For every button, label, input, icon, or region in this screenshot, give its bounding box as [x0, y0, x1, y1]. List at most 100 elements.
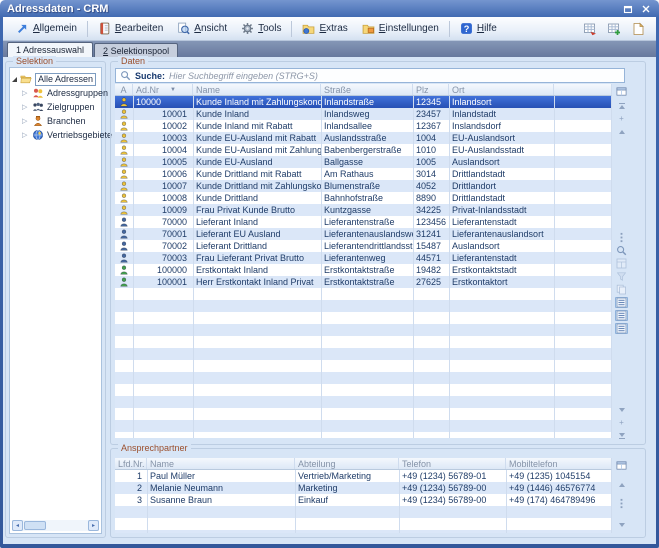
scroll-up-button[interactable] — [615, 126, 628, 137]
people-pair-icon — [32, 87, 44, 99]
tree-item-adressgruppen[interactable]: ▷Adressgruppen — [12, 86, 99, 100]
copy-button[interactable] — [615, 284, 628, 295]
move-up-button[interactable]: + — [615, 113, 628, 124]
address-row-10009[interactable]: 10009Frau Privat Kunde BruttoKuntzgasse3… — [115, 204, 611, 216]
contact-row-1[interactable]: 1Paul MüllerVertrieb/Marketing+49 (1234)… — [115, 470, 611, 482]
tab-2-selektionspool[interactable]: 2 Selektionspool — [94, 43, 178, 57]
lieferant-person-icon — [120, 217, 128, 227]
contact-row-2[interactable]: 2Melanie NeumannMarketing+49 (1234) 5678… — [115, 482, 611, 494]
title-bar: Adressdaten - CRM — [0, 0, 659, 17]
address-row-10004[interactable]: 10004Kunde EU-Ausland mit Zahlungskondti… — [115, 144, 611, 156]
expander-collapsed-icon[interactable]: ▷ — [22, 103, 29, 111]
col-header-label: Ad.Nr — [136, 85, 159, 95]
address-row-10000[interactable]: 10000Kunde Inland mit Zahlungskondition … — [115, 96, 611, 108]
menu-item-bearbeiten[interactable]: Bearbeiten — [91, 19, 170, 39]
address-row-10003[interactable]: 10003Kunde EU-Ausland mit RabattAuslands… — [115, 132, 611, 144]
address-row-70002[interactable]: 70002Lieferant DrittlandLieferantendritt… — [115, 240, 611, 252]
address-row-10006[interactable]: 10006Kunde Drittland mit RabattAm Rathau… — [115, 168, 611, 180]
table-import-green-button[interactable] — [605, 20, 622, 37]
cell: Inlandsallee — [321, 120, 413, 132]
arrow-ne-icon — [16, 22, 29, 35]
address-row-10001[interactable]: 10001Kunde InlandInlandsweg23457Inlandst… — [115, 108, 611, 120]
col-header-mobiltelefon[interactable]: Mobiltelefon — [506, 458, 611, 469]
col-header-name[interactable]: Name — [193, 84, 321, 95]
table-export-red-button[interactable] — [581, 20, 598, 37]
scroll-bottom-button[interactable] — [615, 430, 628, 441]
view-1-button[interactable] — [615, 297, 628, 308]
expander-expanded-icon[interactable] — [12, 77, 17, 82]
scroll-up-button[interactable] — [615, 479, 628, 490]
address-row-10008[interactable]: 10008Kunde DrittlandBahnhofstraße8890Dri… — [115, 192, 611, 204]
zoom-button[interactable] — [615, 245, 628, 256]
selektion-group: Selektion Alle Adressen▷Adressgruppen▷Zi… — [5, 61, 106, 538]
address-row-10007[interactable]: 10007Kunde Drittland mit Zahlungskonditi… — [115, 180, 611, 192]
expander-collapsed-icon[interactable]: ▷ — [22, 131, 29, 139]
cell: 15487 — [413, 240, 449, 252]
column-chooser-button[interactable] — [615, 460, 628, 471]
address-row-70000[interactable]: 70000Lieferant InlandLieferantenstraße12… — [115, 216, 611, 228]
tab-1-adressauswahl[interactable]: 1 Adressauswahl — [7, 42, 93, 57]
restore-icon[interactable] — [622, 3, 634, 15]
address-row-10002[interactable]: 10002Kunde Inland mit RabattInlandsallee… — [115, 120, 611, 132]
menu-item-einstellungen[interactable]: Einstellungen — [355, 19, 446, 39]
col-header-ad-nr[interactable]: Ad.Nr▼ — [133, 84, 193, 95]
cell: Susanne Braun — [147, 494, 295, 506]
tree-item-branchen[interactable]: ▷Branchen — [12, 114, 99, 128]
scroll-down-button[interactable] — [615, 519, 628, 530]
tree-item-alle-adressen[interactable]: Alle Adressen — [12, 72, 99, 86]
col-header-stra-e[interactable]: Straße — [321, 84, 413, 95]
address-row-100001[interactable]: 100001Herr Erstkontakt Inland PrivatErst… — [115, 276, 611, 288]
view-3-button[interactable] — [615, 323, 628, 334]
close-icon[interactable] — [640, 3, 652, 15]
tree-item-zielgruppen[interactable]: ▷Zielgruppen — [12, 100, 99, 114]
address-row-100000[interactable]: 100000Erstkontakt InlandErstkontaktstraß… — [115, 264, 611, 276]
address-row-70001[interactable]: 70001Lieferant EU AuslandLieferantenausl… — [115, 228, 611, 240]
cell: 27625 — [413, 276, 449, 288]
hscroll-right-icon[interactable]: ▸ — [88, 520, 99, 531]
hscroll-thumb[interactable] — [24, 521, 46, 530]
search-input[interactable] — [169, 71, 620, 81]
address-row-70003[interactable]: 70003Frau Lieferant Privat BruttoLiefera… — [115, 252, 611, 264]
cell: Inlandstadt — [449, 108, 554, 120]
menu-separator — [87, 21, 88, 37]
menu-item-hilfe[interactable]: ?Hilfe — [453, 19, 504, 39]
col-header-ort[interactable]: Ort — [449, 84, 554, 95]
move-down-button[interactable]: + — [615, 417, 628, 428]
scroll-top-button[interactable] — [615, 100, 628, 111]
col-header-a[interactable]: A — [115, 84, 133, 95]
cell: +49 (1235) 1045154 — [506, 470, 611, 482]
cell: 100001 — [133, 276, 193, 288]
col-header-lfd-nr-[interactable]: Lfd.Nr. — [115, 458, 147, 469]
expander-collapsed-icon[interactable]: ▷ — [22, 117, 29, 125]
menu-item-label: Hilfe — [477, 23, 497, 34]
hscroll-left-icon[interactable]: ◂ — [12, 520, 23, 531]
menu-item-allgemein[interactable]: Allgemein — [9, 19, 84, 39]
expander-collapsed-icon[interactable]: ▷ — [22, 89, 29, 97]
kunde-person-icon — [120, 157, 128, 167]
address-row-10005[interactable]: 10005Kunde EU-AuslandBallgasse1005Auslan… — [115, 156, 611, 168]
tree-hscrollbar[interactable]: ◂ ▸ — [12, 520, 99, 531]
view-2-button[interactable] — [615, 310, 628, 321]
menu-item-ansicht[interactable]: Ansicht — [170, 19, 234, 39]
col-header-telefon[interactable]: Telefon — [399, 458, 506, 469]
table-import-green-icon — [607, 22, 621, 36]
new-document-button[interactable] — [629, 20, 646, 37]
menu-item-tools[interactable]: Tools — [234, 19, 288, 39]
col-header-plz[interactable]: Plz — [413, 84, 449, 95]
scroll-down-button[interactable] — [615, 404, 628, 415]
col-header-abteilung[interactable]: Abteilung — [295, 458, 399, 469]
layout-button[interactable] — [615, 258, 628, 269]
contact-row-3[interactable]: 3Susanne BraunEinkauf+49 (1234) 56789-00… — [115, 494, 611, 506]
search-bar[interactable]: Suche: — [115, 68, 625, 83]
lieferant-person-icon — [120, 241, 128, 251]
col-header-name[interactable]: Name — [147, 458, 295, 469]
menu-item-extras[interactable]: Extras — [295, 19, 354, 39]
tree-item-vertriebsgebiete[interactable]: ▷Vertriebsgebiete — [12, 128, 99, 142]
cell — [554, 108, 611, 120]
splitter-dots-button[interactable] — [615, 232, 628, 243]
splitter-dots-button[interactable] — [615, 498, 628, 509]
menu-bar: Allgemein Bearbeiten AnsichtTools ExtrasEin… — [3, 17, 656, 41]
filter-button[interactable] — [615, 271, 628, 282]
column-chooser-button[interactable] — [615, 86, 628, 97]
menu-item-label: Bearbeiten — [115, 23, 163, 34]
